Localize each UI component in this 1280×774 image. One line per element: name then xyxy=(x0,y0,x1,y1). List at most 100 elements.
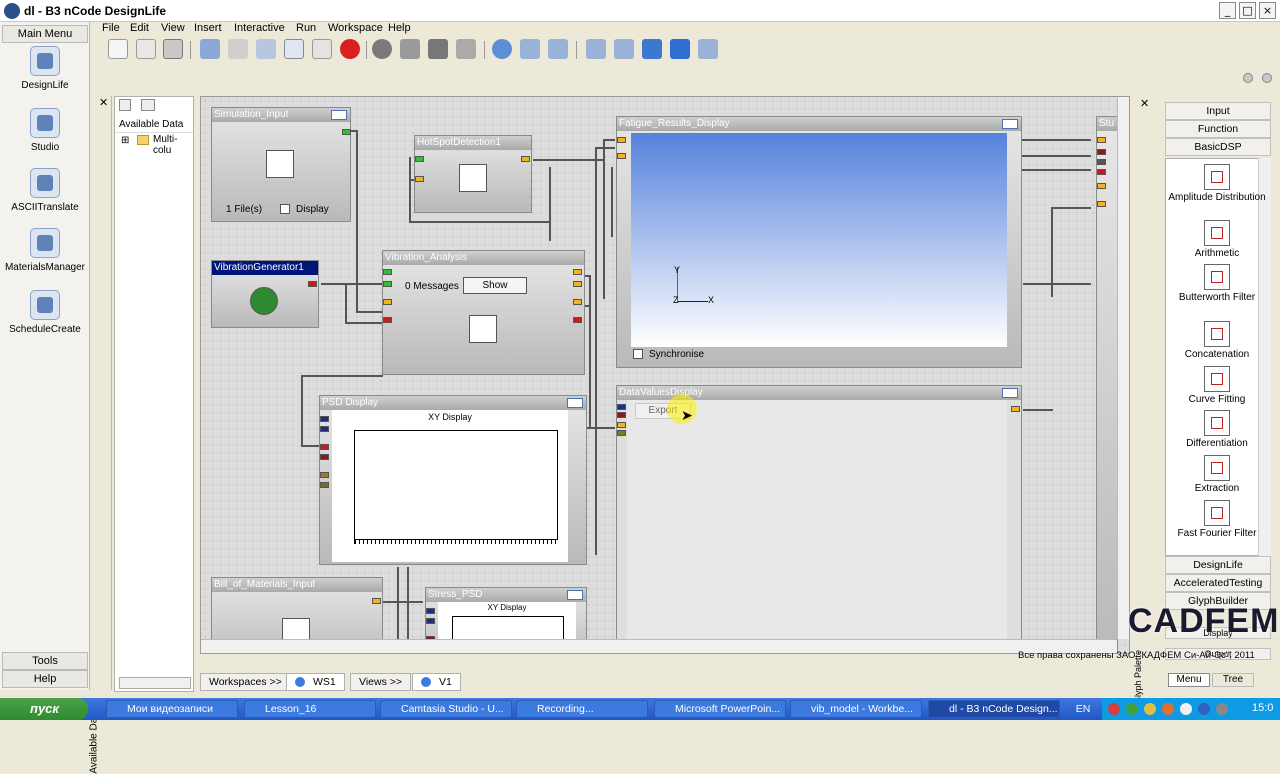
output-port[interactable] xyxy=(1011,406,1020,412)
layout-icon[interactable] xyxy=(456,39,476,59)
copy-icon[interactable] xyxy=(284,39,304,59)
stop-icon[interactable] xyxy=(614,39,634,59)
step-icon[interactable] xyxy=(520,39,540,59)
tree-item[interactable]: Multi-colu xyxy=(153,134,193,156)
glyph-vibration-generator[interactable]: VibrationGenerator1 xyxy=(211,260,319,328)
tray-icon[interactable] xyxy=(1126,703,1138,715)
input-port[interactable] xyxy=(320,444,329,450)
end-icon[interactable] xyxy=(698,39,718,59)
undo-icon[interactable] xyxy=(200,39,220,59)
menu-help[interactable]: Help xyxy=(388,22,411,34)
glyph-menu-icon[interactable] xyxy=(331,110,347,120)
output-port[interactable] xyxy=(308,281,317,287)
output-port[interactable] xyxy=(342,129,351,135)
output-port[interactable] xyxy=(521,156,530,162)
tool-designlife[interactable]: DesignLife xyxy=(0,46,90,91)
open-icon[interactable] xyxy=(136,39,156,59)
restore-pane-icon[interactable] xyxy=(1243,73,1253,83)
views-tab[interactable]: Views >> xyxy=(350,673,411,691)
tool-schedulecreate[interactable]: ScheduleCreate xyxy=(0,290,90,335)
glyph-data-values-display[interactable]: DataValuesDisplay Export ➤ xyxy=(616,385,1022,653)
palette-item-differentiation[interactable]: Differentiation xyxy=(1168,410,1266,449)
close-pane-icon[interactable] xyxy=(1262,73,1272,83)
tab-tree[interactable]: Tree xyxy=(1212,673,1254,687)
tab-v1[interactable]: V1 xyxy=(412,673,461,691)
task-item[interactable]: Lesson_16 xyxy=(244,700,376,718)
palette-item-amplitude-distribution[interactable]: Amplitude Distribution xyxy=(1168,164,1266,203)
paste-icon[interactable] xyxy=(312,39,332,59)
menu-run[interactable]: Run xyxy=(296,22,316,34)
tray-icon[interactable] xyxy=(1108,703,1120,715)
new-icon[interactable] xyxy=(108,39,128,59)
glyph-menu-icon[interactable] xyxy=(1002,388,1018,398)
tray-icon[interactable] xyxy=(1144,703,1156,715)
input-port[interactable] xyxy=(383,269,392,275)
category-acceleratedtesting[interactable]: AcceleratedTesting xyxy=(1165,574,1271,592)
output-port[interactable] xyxy=(573,281,582,287)
tool-studio[interactable]: Studio xyxy=(0,108,90,153)
redo-icon[interactable] xyxy=(228,39,248,59)
input-port[interactable] xyxy=(415,156,424,162)
display-checkbox[interactable] xyxy=(280,204,290,214)
input-port[interactable] xyxy=(617,430,626,436)
input-port[interactable] xyxy=(617,137,626,143)
tray-icon[interactable] xyxy=(1216,703,1228,715)
output-port[interactable] xyxy=(372,598,381,604)
cut-icon[interactable] xyxy=(256,39,276,59)
input-port[interactable] xyxy=(320,454,329,460)
show-button[interactable]: Show xyxy=(463,277,527,294)
workspace-canvas[interactable]: Simulation_Input 1 File(s) Display HotSp… xyxy=(200,96,1130,654)
menu-view[interactable]: View xyxy=(161,22,185,34)
input-port[interactable] xyxy=(320,472,329,478)
task-item-active[interactable]: dl - B3 nCode Design... xyxy=(928,700,1060,718)
palette-item-butterworth-filter[interactable]: Butterworth Filter xyxy=(1168,264,1266,303)
input-port[interactable] xyxy=(426,618,435,624)
task-item[interactable]: vib_model - Workbe... xyxy=(790,700,922,718)
help-button[interactable]: Help xyxy=(2,670,88,688)
maximize-button[interactable]: □ xyxy=(1239,2,1256,19)
menu-insert[interactable]: Insert xyxy=(194,22,222,34)
input-port[interactable] xyxy=(1097,159,1106,165)
output-port[interactable] xyxy=(573,269,582,275)
input-port[interactable] xyxy=(320,416,329,422)
input-port[interactable] xyxy=(1097,201,1106,207)
category-input[interactable]: Input xyxy=(1165,102,1271,120)
collapse-icon[interactable] xyxy=(141,99,155,111)
input-port[interactable] xyxy=(383,281,392,287)
3d-viewport[interactable]: Y Z X xyxy=(631,133,1007,347)
rewind-icon[interactable] xyxy=(586,39,606,59)
glyph-menu-icon[interactable] xyxy=(567,590,583,600)
palette-item-concatenation[interactable]: Concatenation xyxy=(1168,321,1266,360)
palette-item-extraction[interactable]: Extraction xyxy=(1168,455,1266,494)
category-function[interactable]: Function xyxy=(1165,120,1271,138)
task-item[interactable]: Microsoft PowerPoin... xyxy=(654,700,786,718)
close-pane-icon[interactable]: ✕ xyxy=(99,96,108,109)
glyph-vibration-analysis[interactable]: Vibration_Analysis 0 Messages Show xyxy=(382,250,585,375)
settings-icon[interactable] xyxy=(428,39,448,59)
glyph-simulation-input[interactable]: Simulation_Input 1 File(s) Display xyxy=(211,107,351,222)
category-basicdsp[interactable]: BasicDSP xyxy=(1165,138,1271,156)
output-port[interactable] xyxy=(573,317,582,323)
start-button[interactable]: пуск xyxy=(0,698,88,720)
glyph-stub[interactable]: Stu xyxy=(1096,116,1118,653)
workspaces-tab[interactable]: Workspaces >> xyxy=(200,673,291,691)
glyph-fatigue-results-display[interactable]: Fatigue_Results_Display Y Z X Synchronis… xyxy=(616,116,1022,368)
tool-materialsmanager[interactable]: MaterialsManager xyxy=(0,228,90,273)
tray-icon[interactable] xyxy=(1198,703,1210,715)
input-port[interactable] xyxy=(617,412,626,418)
play-icon[interactable] xyxy=(670,39,690,59)
input-port[interactable] xyxy=(617,404,626,410)
close-canvas-icon[interactable]: ✕ xyxy=(1140,97,1149,110)
tab-menu[interactable]: Menu xyxy=(1168,673,1210,687)
menu-file[interactable]: File xyxy=(102,22,120,34)
task-item[interactable]: Мои видеозаписи xyxy=(106,700,238,718)
close-button[interactable]: × xyxy=(1259,2,1276,19)
tree-expand-icon[interactable]: ⊞ xyxy=(121,135,129,146)
glyph-hotspot-detection[interactable]: HotSpotDetection1 xyxy=(414,135,532,213)
input-port[interactable] xyxy=(617,422,626,428)
synchronise-checkbox[interactable] xyxy=(633,349,643,359)
menu-workspace[interactable]: Workspace xyxy=(328,22,383,34)
input-port[interactable] xyxy=(383,299,392,305)
refresh-icon[interactable] xyxy=(119,99,131,111)
tray-icon[interactable] xyxy=(1162,703,1174,715)
